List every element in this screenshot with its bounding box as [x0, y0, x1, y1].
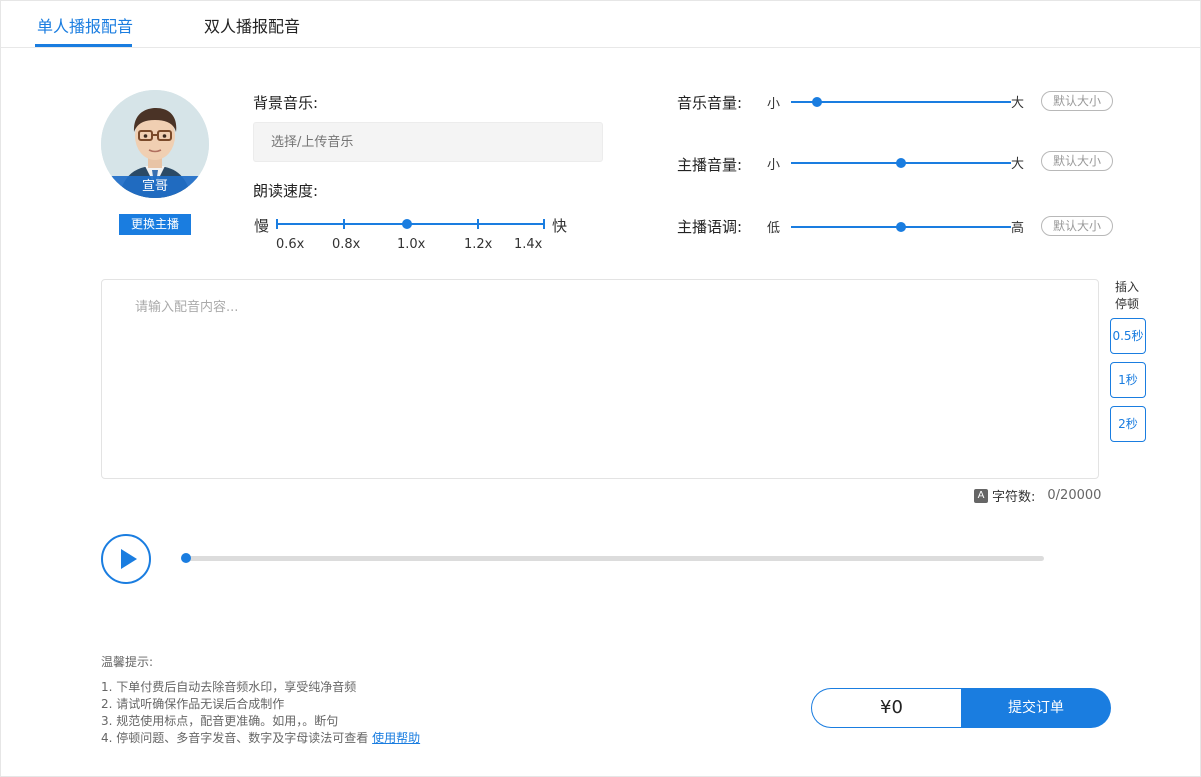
music-label: 背景音乐:	[253, 94, 319, 112]
speed-tick	[477, 219, 479, 229]
anchor-name: 宣哥	[101, 176, 209, 198]
music-volume-min: 小	[767, 97, 781, 112]
content-input[interactable]	[102, 280, 1098, 478]
anchor-pitch-handle[interactable]	[896, 222, 906, 232]
anchor-volume-label: 主播音量:	[677, 156, 743, 174]
anchor-pitch-max: 高	[1011, 221, 1025, 236]
music-volume-handle[interactable]	[812, 97, 823, 107]
speed-slider-handle[interactable]	[402, 219, 412, 229]
tip-item: 2. 请试听确保作品无误后合成制作	[101, 697, 285, 711]
anchor-volume-min: 小	[767, 158, 781, 173]
audio-progress-handle[interactable]	[181, 553, 191, 563]
tab-dual-broadcast[interactable]: 双人播报配音	[204, 13, 300, 37]
tab-single-broadcast[interactable]: 单人播报配音	[37, 13, 133, 37]
anchor-pitch-min: 低	[767, 221, 781, 236]
audio-progress-track[interactable]	[184, 556, 1044, 561]
order-bar: ¥0 提交订单	[811, 688, 1111, 728]
speed-tick-label: 0.8x	[332, 237, 361, 252]
music-volume-reset-button[interactable]: 默认大小	[1041, 91, 1113, 111]
order-price: ¥0	[811, 688, 971, 728]
tab-bar: 单人播报配音 双人播报配音	[1, 1, 1200, 48]
speed-tick	[276, 219, 278, 229]
speed-tick-label: 1.2x	[464, 237, 493, 252]
speed-tick	[543, 219, 545, 229]
music-volume-track[interactable]	[791, 101, 1011, 103]
speed-tick	[343, 219, 345, 229]
pause-0-5s-button[interactable]: 0.5秒	[1110, 318, 1146, 354]
tip-item: 1. 下单付费后自动去除音频水印，享受纯净音频	[101, 680, 357, 694]
tip-item: 3. 规范使用标点，配音更准确。如用，。断句	[101, 714, 339, 728]
anchor-avatar[interactable]: 宣哥	[101, 90, 209, 198]
music-volume-label: 音乐音量:	[677, 94, 743, 112]
char-count-label: 字符数:	[992, 490, 1036, 505]
tips-title: 温馨提示:	[101, 655, 154, 669]
speed-label: 朗读速度:	[253, 182, 319, 200]
speed-tick-label: 1.4x	[514, 237, 543, 252]
char-count: A 字符数: 0/20000	[974, 486, 1101, 505]
pause-2s-button[interactable]: 2秒	[1110, 406, 1146, 442]
anchor-volume-reset-button[interactable]: 默认大小	[1041, 151, 1113, 171]
play-icon	[121, 549, 137, 569]
play-button[interactable]	[101, 534, 151, 584]
active-tab-indicator	[35, 44, 132, 47]
anchor-volume-handle[interactable]	[896, 158, 906, 168]
submit-order-button[interactable]: 提交订单	[961, 688, 1111, 728]
speed-max-label: 快	[552, 217, 568, 235]
anchor-volume-max: 大	[1011, 157, 1025, 172]
content-editor	[101, 279, 1099, 479]
char-count-value: 0/20000	[1047, 488, 1102, 503]
speed-min-label: 慢	[254, 217, 270, 235]
anchor-pitch-label: 主播语调:	[677, 218, 743, 236]
music-select-input[interactable]	[253, 122, 603, 162]
char-count-icon: A	[974, 488, 988, 503]
change-anchor-button[interactable]: 更换主播	[119, 214, 191, 235]
pause-1s-button[interactable]: 1秒	[1110, 362, 1146, 398]
anchor-pitch-reset-button[interactable]: 默认大小	[1041, 216, 1113, 236]
insert-pause-label: 插入停顿	[1114, 280, 1139, 311]
speed-tick-label: 1.0x	[397, 237, 426, 252]
speed-tick-label: 0.6x	[276, 237, 305, 252]
music-volume-max: 大	[1011, 96, 1025, 111]
tip-item: 4. 停顿问题、多音字发音、数字及字母读法可查看	[101, 731, 369, 745]
tip-item-help: 4. 停顿问题、多音字发音、数字及字母读法可查看 使用帮助	[101, 729, 420, 746]
help-link[interactable]: 使用帮助	[372, 731, 420, 745]
